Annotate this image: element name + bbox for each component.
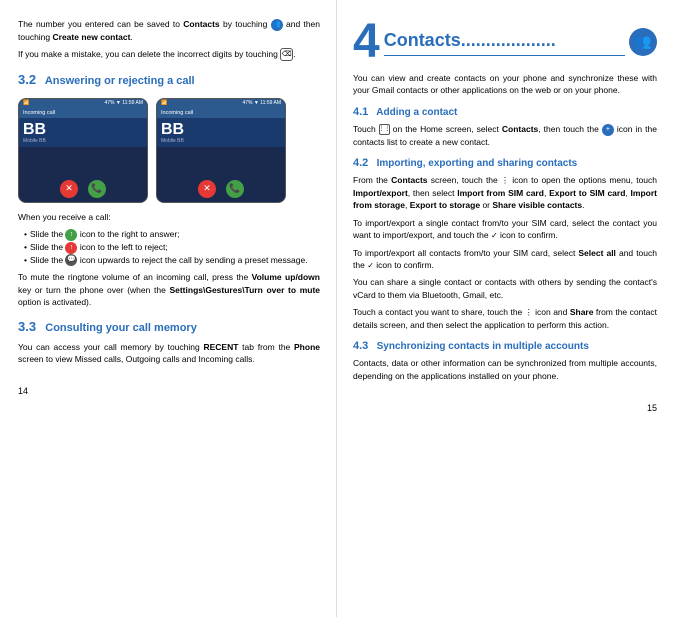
options-icon: ⋮ bbox=[501, 176, 509, 185]
chapter-title: Contacts................... bbox=[384, 28, 625, 56]
answer-slide-icon: ↑ bbox=[65, 229, 77, 241]
checkmark-icon: ✓ bbox=[491, 231, 498, 240]
call-bullets: Slide the ↑ icon to the right to answer;… bbox=[24, 228, 320, 266]
import-paragraph-1: From the Contacts screen, touch the ⋮ ic… bbox=[353, 174, 657, 211]
right-page: 4 Contacts................... 👥 You can … bbox=[337, 0, 675, 617]
add-contact-icon: + bbox=[602, 124, 614, 136]
call-buttons-1: ✕ 📞 bbox=[19, 147, 147, 201]
status-bar-2: 📶 47% ▼ 11:59 AM bbox=[157, 99, 285, 109]
share-paragraph: You can share a single contact or contac… bbox=[353, 276, 657, 301]
consult-paragraph: You can access your call memory by touch… bbox=[18, 341, 320, 366]
share-action-paragraph: Touch a contact you want to share, touch… bbox=[353, 306, 657, 331]
bullet-preset: Slide the 💬 icon upwards to reject the c… bbox=[24, 254, 320, 267]
bullet-reject: Slide the ↑ icon to the left to reject; bbox=[24, 241, 320, 254]
delete-icon: ⌫ bbox=[280, 48, 293, 61]
status-bar-1: 📶 47% ▼ 11:59 AM bbox=[19, 99, 147, 109]
section-3-2-heading: 3.2 Answering or rejecting a call bbox=[18, 71, 320, 89]
phone-screenshots: 📶 47% ▼ 11:59 AM Incoming call BB Mobile… bbox=[18, 98, 320, 203]
reject-btn-1[interactable]: ✕ bbox=[60, 180, 78, 198]
answer-btn-1[interactable]: 📞 bbox=[88, 180, 106, 198]
add-contact-paragraph: Touch ⋮⋮ on the Home screen, select Cont… bbox=[353, 123, 657, 148]
phone-frame-1: 📶 47% ▼ 11:59 AM Incoming call BB Mobile… bbox=[18, 98, 148, 203]
caller-info-1: BB Mobile BB bbox=[19, 118, 147, 147]
share-icon: ⋮ bbox=[525, 308, 533, 317]
call-label-1: Incoming call bbox=[19, 109, 147, 119]
intro-paragraph-2: If you make a mistake, you can delete th… bbox=[18, 48, 320, 61]
grid-icon: ⋮⋮ bbox=[379, 124, 390, 135]
intro-paragraph-1: The number you entered can be saved to C… bbox=[18, 18, 320, 43]
import-paragraph-3: To import/export all contacts from/to yo… bbox=[353, 247, 657, 272]
chapter-number: 4 bbox=[353, 18, 380, 66]
left-page: The number you entered can be saved to C… bbox=[0, 0, 337, 617]
import-paragraph-2: To import/export a single contact from/t… bbox=[353, 217, 657, 242]
mute-paragraph: To mute the ringtone volume of an incomi… bbox=[18, 271, 320, 308]
checkmark-icon-2: ✓ bbox=[367, 261, 374, 270]
section-3-3-heading: 3.3 Consulting your call memory bbox=[18, 318, 320, 336]
reject-btn-2[interactable]: ✕ bbox=[198, 180, 216, 198]
page-number-left: 14 bbox=[18, 385, 320, 398]
caller-info-2: BB Mobile BB bbox=[157, 118, 285, 147]
phone-frame-2: 📶 47% ▼ 11:59 AM Incoming call BB Mobile… bbox=[156, 98, 286, 203]
contacts-icon: 👥 bbox=[271, 19, 283, 31]
chapter-header: 4 Contacts................... 👥 bbox=[353, 18, 657, 66]
section-4-3-heading: 4.3 Synchronizing contacts in multiple a… bbox=[353, 339, 657, 354]
chapter-intro: You can view and create contacts on your… bbox=[353, 72, 657, 97]
answer-btn-2[interactable]: 📞 bbox=[226, 180, 244, 198]
sync-paragraph: Contacts, data or other information can … bbox=[353, 357, 657, 382]
preset-slide-icon: 💬 bbox=[65, 254, 77, 266]
section-4-2-heading: 4.2 Importing, exporting and sharing con… bbox=[353, 156, 657, 171]
page-number-right: 15 bbox=[353, 402, 657, 415]
contacts-chapter-icon: 👥 bbox=[629, 28, 657, 56]
reject-slide-icon: ↑ bbox=[65, 242, 77, 254]
bullet-answer: Slide the ↑ icon to the right to answer; bbox=[24, 228, 320, 241]
section-4-1-heading: 4.1 Adding a contact bbox=[353, 105, 657, 120]
call-buttons-2: ✕ 📞 bbox=[157, 147, 285, 201]
receive-call-intro: When you receive a call: bbox=[18, 211, 320, 223]
call-label-2: Incoming call bbox=[157, 109, 285, 119]
